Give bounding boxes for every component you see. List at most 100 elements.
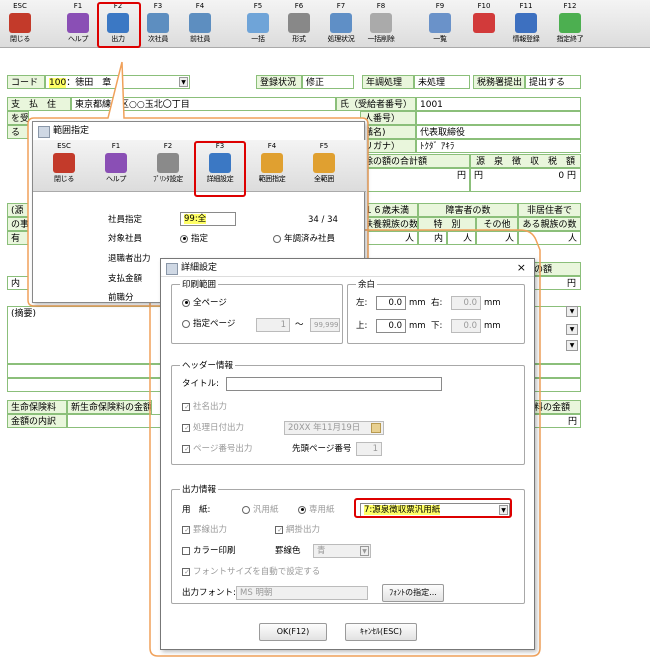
- 情報登録-icon: [515, 13, 537, 33]
- fkey-f7[interactable]: F7 処理状況: [321, 2, 361, 46]
- page-to-input[interactable]: 99,999: [310, 318, 340, 332]
- radio-icon[interactable]: [180, 234, 188, 243]
- reg-status-value: 修正: [302, 75, 354, 89]
- target-opt-2[interactable]: 年調済み社員: [273, 233, 335, 245]
- other-label: 前職分: [108, 293, 134, 303]
- range-fkey-f4[interactable]: F4 範囲指定: [249, 142, 295, 186]
- 一覧-icon: [429, 13, 451, 33]
- fkey-label: 一括: [251, 35, 265, 43]
- code-field[interactable]: 100：徳田 章 ▼: [45, 75, 190, 89]
- special-label: 特 別: [418, 217, 476, 231]
- all-pages-option[interactable]: 全ページ: [182, 297, 227, 309]
- paper-highlight: [354, 498, 512, 518]
- under16-label: １６歳未満: [360, 203, 418, 217]
- border-out-check[interactable]: 罫線出力: [182, 524, 227, 536]
- 全範囲-icon: [313, 153, 335, 173]
- fkey-f6[interactable]: F6 形式: [279, 2, 319, 46]
- checkbox-icon[interactable]: [182, 546, 190, 555]
- checkbox-icon[interactable]: [182, 444, 191, 453]
- emp-field[interactable]: 99:全: [180, 212, 236, 226]
- radio-icon[interactable]: [298, 505, 306, 514]
- margin-top-input[interactable]: 0.0: [376, 319, 406, 333]
- fkey-label: 全範囲: [313, 175, 335, 183]
- company-out-check[interactable]: 社名出力: [182, 401, 227, 413]
- mm-label: mm: [409, 298, 426, 308]
- date-input[interactable]: 20XX 年11月19日: [284, 421, 384, 435]
- margin-bottom-input[interactable]: 0.0: [451, 319, 481, 333]
- checkbox-icon[interactable]: [182, 423, 191, 432]
- remarks-dropdown-2-icon[interactable]: ▼: [566, 324, 578, 335]
- auto-font-check[interactable]: フォントサイズを自動で設定する: [182, 566, 320, 578]
- font-input[interactable]: MS 明朝: [236, 586, 368, 600]
- first-page-label: 先頭ページ番号: [292, 444, 352, 454]
- ヘルプ-icon: [67, 13, 89, 33]
- target-opt-1[interactable]: 指定: [180, 233, 208, 245]
- fkey-f5[interactable]: F5 一括: [238, 2, 278, 46]
- radio-icon[interactable]: [242, 505, 250, 514]
- fkey-f8[interactable]: F8 一括削除: [361, 2, 401, 46]
- range-dialog-title: 範囲指定: [33, 122, 364, 140]
- fkey-f3[interactable]: F3 次社員: [138, 2, 178, 46]
- page-out-check[interactable]: ページ番号出力: [182, 443, 252, 455]
- fkey-label: 一括削除: [367, 35, 395, 43]
- mm-label: mm: [484, 298, 501, 308]
- page-from-input[interactable]: 1: [256, 318, 290, 332]
- paper-dedicated-option[interactable]: 専用紙: [298, 504, 335, 516]
- margin-right-label: 右:: [431, 298, 443, 308]
- life-amount-label: 料の金額: [530, 400, 581, 414]
- fkey-f12[interactable]: F12 指定終了: [550, 2, 590, 46]
- range-fkey-esc[interactable]: ESC 閉じる: [41, 142, 87, 186]
- fkey-f1[interactable]: F1 ヘルプ: [58, 2, 98, 46]
- chevron-down-icon[interactable]: ▼: [360, 546, 369, 556]
- date-out-check[interactable]: 処理日付出力: [182, 422, 244, 434]
- line-color-select[interactable]: 青 ▼: [313, 544, 371, 558]
- nencho-value: 未処理: [414, 75, 470, 89]
- shade-out-check[interactable]: 網掛出力: [275, 524, 320, 536]
- nonresident-value: 人: [518, 231, 581, 245]
- chevron-down-icon[interactable]: ▼: [179, 77, 188, 87]
- fkey-f4[interactable]: F4 前社員: [180, 2, 220, 46]
- checkbox-icon[interactable]: [275, 525, 284, 534]
- retired-label: 退職者出力: [108, 254, 151, 264]
- font-button[interactable]: ﾌｫﾝﾄの指定...: [382, 584, 444, 602]
- fkey-esc[interactable]: ESC 閉じる: [0, 2, 40, 46]
- calendar-icon[interactable]: [371, 423, 381, 433]
- margin-bottom-label: 下:: [431, 321, 443, 331]
- title-input[interactable]: [226, 377, 442, 391]
- fkey-label: ﾌﾟﾘﾝﾀ設定: [153, 175, 183, 183]
- checkbox-icon[interactable]: [182, 567, 191, 576]
- paper-general-option[interactable]: 汎用紙: [242, 504, 279, 516]
- range-fkey-f1[interactable]: F1 ヘルプ: [93, 142, 139, 186]
- font-label: 出力フォント:: [182, 588, 236, 598]
- title-label: タイトル:: [182, 379, 219, 389]
- range-fkey-f2[interactable]: F2 ﾌﾟﾘﾝﾀ設定: [145, 142, 191, 186]
- person-no-value: [416, 111, 581, 125]
- radio-icon[interactable]: [182, 319, 190, 328]
- fkey-f11[interactable]: F11 情報登録: [506, 2, 546, 46]
- dependent-label: 扶養親族の数: [360, 217, 418, 231]
- fkey-label: 一覧: [433, 35, 447, 43]
- margin-left-input[interactable]: 0.0: [376, 296, 406, 310]
- address-field[interactable]: 東京都練馬区○○玉北〇丁目: [71, 97, 336, 111]
- close-icon[interactable]: ×: [517, 259, 526, 277]
- first-page-input[interactable]: 1: [356, 442, 382, 456]
- fkey-f9[interactable]: F9 一覧: [420, 2, 460, 46]
- radio-icon[interactable]: [182, 298, 190, 307]
- payer-suffix: を受: [7, 111, 29, 125]
- checkbox-icon[interactable]: [182, 525, 191, 534]
- color-print-check[interactable]: カラー印刷: [182, 545, 236, 557]
- fkey-code: ESC: [13, 2, 27, 10]
- emp-label: 社員指定: [108, 215, 143, 225]
- fkey-f10[interactable]: F10: [464, 2, 504, 46]
- ok-button[interactable]: OK(F12): [259, 623, 327, 641]
- range-fkey-f5[interactable]: F5 全範囲: [301, 142, 347, 186]
- remarks-dropdown-1-icon[interactable]: ▼: [566, 306, 578, 317]
- nonresident-label: 非居住者で: [518, 203, 581, 217]
- radio-icon[interactable]: [273, 234, 281, 243]
- checkbox-icon[interactable]: [182, 402, 191, 411]
- remarks-dropdown-3-icon[interactable]: ▼: [566, 340, 578, 351]
- fkey-code: F11: [519, 2, 533, 10]
- cancel-button[interactable]: ｷｬﾝｾﾙ(ESC): [345, 623, 417, 641]
- margin-right-input[interactable]: 0.0: [451, 296, 481, 310]
- spec-pages-option[interactable]: 指定ページ: [182, 318, 235, 330]
